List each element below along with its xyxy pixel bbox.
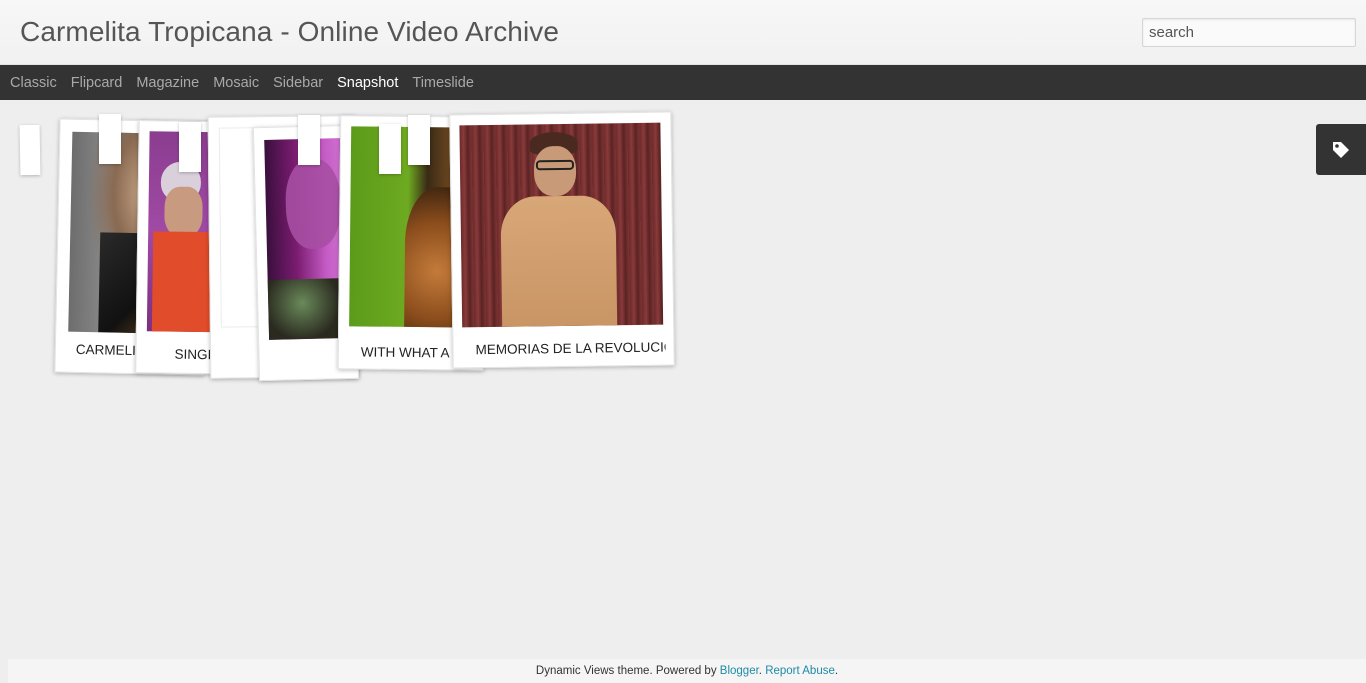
report-abuse-link[interactable]: Report Abuse xyxy=(765,665,835,677)
snapshot-stage: CARMELITA SINGING WITH WHAT A MEMORIAS D… xyxy=(0,100,1366,660)
footer-prefix: Dynamic Views theme. Powered by xyxy=(535,665,720,677)
view-magazine[interactable]: Magazine xyxy=(136,75,199,91)
view-mosaic[interactable]: Mosaic xyxy=(213,75,259,91)
video-thumbnail xyxy=(459,122,664,328)
view-classic[interactable]: Classic xyxy=(10,75,57,91)
view-list: Classic Flipcard Magazine Mosaic Sidebar… xyxy=(0,65,1366,100)
view-selector-bar: Classic Flipcard Magazine Mosaic Sidebar… xyxy=(0,65,1366,100)
tape-strip xyxy=(179,122,201,172)
tape-strip xyxy=(379,124,401,174)
photo-caption: MEMORIAS DE LA REVOLUCIÓN xyxy=(475,339,666,358)
footer-suffix: . xyxy=(834,665,839,677)
tape-strip xyxy=(408,115,430,165)
view-snapshot[interactable]: Snapshot xyxy=(337,75,398,91)
view-sidebar[interactable]: Sidebar xyxy=(273,75,323,91)
view-timeslide[interactable]: Timeslide xyxy=(412,75,474,91)
tape-strip xyxy=(19,124,41,176)
tape-strip xyxy=(99,114,121,164)
snapshot-photo[interactable]: MEMORIAS DE LA REVOLUCIÓN xyxy=(449,111,675,369)
blog-title[interactable]: Carmelita Tropicana - Online Video Archi… xyxy=(20,16,559,48)
blogger-link[interactable]: Blogger xyxy=(720,665,759,677)
footer: Dynamic Views theme. Powered by Blogger.… xyxy=(8,659,1366,683)
tape-strip xyxy=(298,115,320,165)
header: Carmelita Tropicana - Online Video Archi… xyxy=(0,0,1366,65)
search-input[interactable] xyxy=(1142,18,1356,47)
view-flipcard[interactable]: Flipcard xyxy=(71,75,123,91)
